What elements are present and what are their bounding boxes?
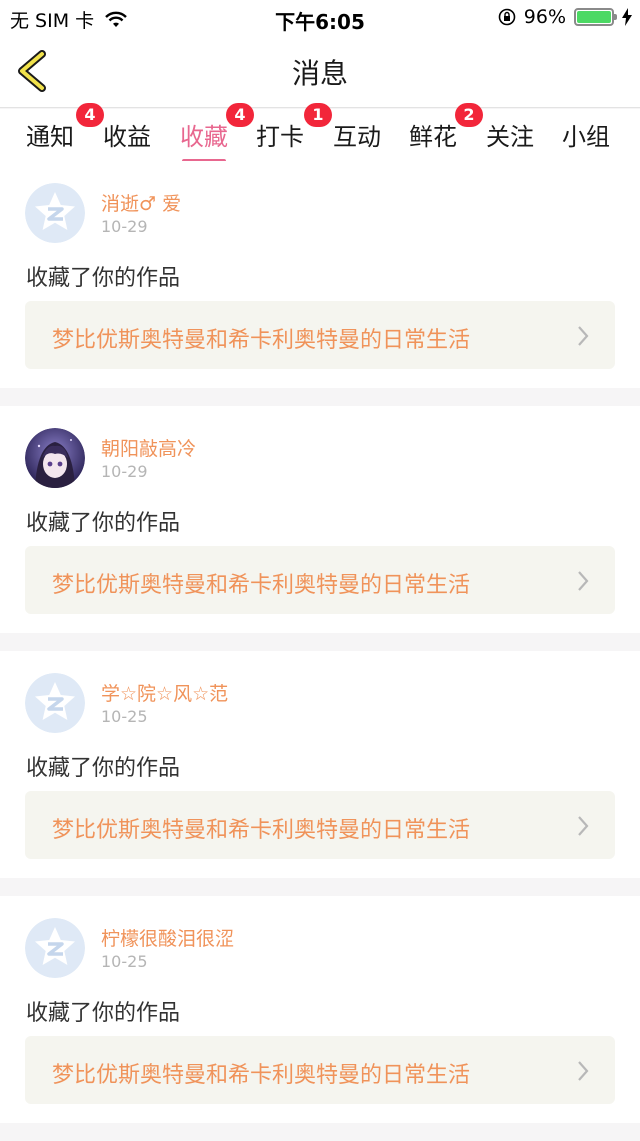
unread-badge: 4 xyxy=(226,103,254,127)
tab-label: 打卡 xyxy=(256,123,304,151)
timestamp: 10-25 xyxy=(101,707,148,726)
action-text: 收藏了你的作品 xyxy=(26,1001,181,1026)
tab-label: 关注 xyxy=(486,123,534,151)
tab-bar: 通知 4 收益 收藏 4 打卡 1 互动 鲜花 2 关注 小组 xyxy=(0,103,640,163)
work-title: 梦比优斯奥特曼和希卡利奥特曼的日常生活 xyxy=(52,818,471,843)
username[interactable]: 柠檬很酸泪很涩 xyxy=(101,924,234,951)
tab-notifications[interactable]: 通知 4 xyxy=(26,103,104,152)
tab-follow[interactable]: 关注 xyxy=(486,117,534,152)
favorites-feed: 消逝♂ 爱 10-29 收藏了你的作品 梦比优斯奥特曼和希卡利奥特曼的日常生活 xyxy=(0,161,640,1141)
tab-label: 互动 xyxy=(333,123,381,151)
work-link[interactable]: 梦比优斯奥特曼和希卡利奥特曼的日常生活 xyxy=(25,301,615,369)
unread-badge: 1 xyxy=(304,103,332,127)
action-text: 收藏了你的作品 xyxy=(26,266,181,291)
tab-earnings[interactable]: 收益 xyxy=(103,117,151,152)
work-title: 梦比优斯奥特曼和希卡利奥特曼的日常生活 xyxy=(52,1063,471,1088)
chevron-right-icon xyxy=(578,1061,589,1081)
unread-badge: 2 xyxy=(455,103,483,127)
username[interactable]: 学☆院☆风☆范 xyxy=(101,679,228,706)
tab-favorites[interactable]: 收藏 4 xyxy=(180,103,254,163)
default-avatar-icon[interactable] xyxy=(25,918,85,978)
anime-girl-avatar[interactable] xyxy=(25,428,85,488)
chevron-right-icon xyxy=(578,816,589,836)
list-item: 柠檬很酸泪很涩 10-25 收藏了你的作品 梦比优斯奥特曼和希卡利奥特曼的日常生… xyxy=(0,896,640,1123)
tab-label: 收藏 xyxy=(180,123,228,151)
tab-label: 收益 xyxy=(103,123,151,151)
unread-badge: 4 xyxy=(76,103,104,127)
nav-bar: 消息 xyxy=(0,34,640,108)
chevron-right-icon xyxy=(578,326,589,346)
tab-label: 鲜花 xyxy=(409,123,457,151)
action-text: 收藏了你的作品 xyxy=(26,511,181,536)
tab-interaction[interactable]: 互动 xyxy=(333,117,381,152)
page-title: 消息 xyxy=(291,57,348,90)
default-avatar-icon[interactable] xyxy=(25,183,85,243)
tab-groups[interactable]: 小组 xyxy=(562,117,610,152)
timestamp: 10-29 xyxy=(101,462,148,481)
timestamp: 10-29 xyxy=(101,217,148,236)
work-title: 梦比优斯奥特曼和希卡利奥特曼的日常生活 xyxy=(52,573,471,598)
battery-percent: 96% xyxy=(523,6,566,28)
status-right: 96% xyxy=(498,6,632,28)
chevron-right-icon xyxy=(578,571,589,591)
work-link[interactable]: 梦比优斯奥特曼和希卡利奥特曼的日常生活 xyxy=(25,1036,615,1104)
list-item: 朝阳敲高冷 10-29 收藏了你的作品 梦比优斯奥特曼和希卡利奥特曼的日常生活 xyxy=(0,406,640,633)
list-item: 学☆院☆风☆范 10-25 收藏了你的作品 梦比优斯奥特曼和希卡利奥特曼的日常生… xyxy=(0,651,640,878)
tab-flowers[interactable]: 鲜花 2 xyxy=(409,103,483,152)
charging-bolt-icon xyxy=(622,8,632,26)
tab-label: 通知 xyxy=(26,123,74,151)
default-avatar-icon[interactable] xyxy=(25,673,85,733)
status-bar: 无 SIM 卡 下午6:05 96% xyxy=(0,0,640,34)
work-link[interactable]: 梦比优斯奥特曼和希卡利奥特曼的日常生活 xyxy=(25,546,615,614)
username[interactable]: 朝阳敲高冷 xyxy=(101,434,196,461)
list-item: 消逝♂ 爱 10-29 收藏了你的作品 梦比优斯奥特曼和希卡利奥特曼的日常生活 xyxy=(0,161,640,388)
tab-checkin[interactable]: 打卡 1 xyxy=(256,103,332,152)
battery-icon xyxy=(574,8,617,26)
rotation-lock-icon xyxy=(498,8,516,26)
work-link[interactable]: 梦比优斯奥特曼和希卡利奥特曼的日常生活 xyxy=(25,791,615,859)
timestamp: 10-25 xyxy=(101,952,148,971)
action-text: 收藏了你的作品 xyxy=(26,756,181,781)
work-title: 梦比优斯奥特曼和希卡利奥特曼的日常生活 xyxy=(52,328,471,353)
tab-label: 小组 xyxy=(562,123,610,151)
username[interactable]: 消逝♂ 爱 xyxy=(101,189,181,216)
